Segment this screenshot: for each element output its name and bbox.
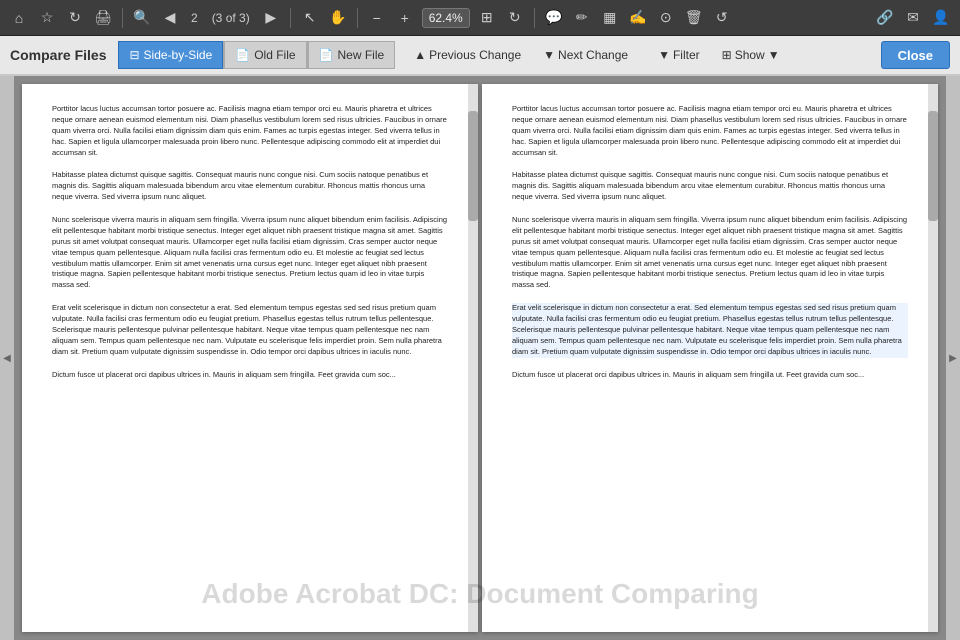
show-icon: ⊞ [722, 48, 732, 62]
star-icon[interactable]: ☆ [36, 7, 58, 29]
cursor-icon[interactable]: ↖ [299, 7, 321, 29]
link-icon[interactable]: 🔗 [874, 7, 896, 29]
next-change-button[interactable]: ▼ Next Change [532, 41, 639, 69]
comment-icon[interactable]: 💬 [543, 7, 565, 29]
hand-tool-icon[interactable]: ✋ [327, 7, 349, 29]
left-para-2: Habitasse platea dictumst quisque sagitt… [52, 170, 448, 203]
main-content: ◀ Porttitor lacus luctus accumsan tortor… [0, 76, 960, 640]
zoom-level[interactable]: 62.4% [422, 8, 470, 28]
old-file-icon: 📄 [235, 48, 250, 62]
pen-icon[interactable]: ✏ [571, 7, 593, 29]
next-page-icon[interactable]: ▶ [260, 7, 282, 29]
new-file-button[interactable]: 📄 New File [308, 41, 396, 69]
left-para-5: Dictum fusce ut placerat orci dapibus ul… [52, 370, 448, 381]
right-para-1: Porttitor lacus luctus accumsan tortor p… [512, 104, 908, 158]
profile-icon[interactable]: 👤 [930, 7, 952, 29]
prev-page-icon[interactable]: ◀ [159, 7, 181, 29]
left-scrollbar-track[interactable] [468, 84, 478, 632]
previous-change-label: Previous Change [429, 48, 521, 62]
highlight-icon[interactable]: ▦ [599, 7, 621, 29]
right-para-5: Dictum fusce ut placerat orci dapibus ul… [512, 370, 908, 381]
compare-toolbar: Compare Files ⊟ Side-by-Side 📄 Old File … [0, 36, 960, 76]
zoom-magnify-icon[interactable]: 🔍 [131, 7, 153, 29]
zoom-in-icon[interactable]: + [394, 7, 416, 29]
next-change-icon: ▼ [543, 48, 555, 62]
separator-1 [122, 8, 123, 28]
close-button[interactable]: Close [881, 41, 950, 69]
side-by-side-icon: ⊟ [129, 48, 139, 62]
right-para-2: Habitasse platea dictumst quisque sagitt… [512, 170, 908, 203]
filter-label: Filter [673, 48, 700, 62]
old-file-label: Old File [254, 48, 295, 62]
show-dropdown-icon: ▼ [768, 48, 780, 62]
print-icon[interactable]: 🖨 [92, 7, 114, 29]
filter-icon: ▼ [658, 48, 670, 62]
left-side-tab[interactable]: ◀ [0, 76, 14, 640]
page-number: 2 [187, 9, 202, 27]
left-para-4: Erat velit scelerisque in dictum non con… [52, 303, 448, 357]
separator-2 [290, 8, 291, 28]
old-file-content: Porttitor lacus luctus accumsan tortor p… [22, 84, 478, 632]
prev-change-icon: ▲ [414, 48, 426, 62]
sign-icon[interactable]: ✍ [627, 7, 649, 29]
right-para-3: Nunc scelerisque viverra mauris in aliqu… [512, 215, 908, 291]
home-icon[interactable]: ⌂ [8, 7, 30, 29]
delete-icon[interactable]: 🗑 [683, 7, 705, 29]
previous-change-button[interactable]: ▲ Previous Change [403, 41, 532, 69]
show-button[interactable]: ⊞ Show ▼ [711, 41, 791, 69]
left-para-3: Nunc scelerisque viverra mauris in aliqu… [52, 215, 448, 291]
show-label: Show [735, 48, 765, 62]
left-para-1: Porttitor lacus luctus accumsan tortor p… [52, 104, 448, 158]
fit-page-icon[interactable]: ⊞ [476, 7, 498, 29]
left-scrollbar-thumb[interactable] [468, 111, 478, 221]
rotate-icon[interactable]: ↻ [504, 7, 526, 29]
top-toolbar: ⌂ ☆ ↻ 🖨 🔍 ◀ 2 (3 of 3) ▶ ↖ ✋ − + 62.4% ⊞… [0, 0, 960, 36]
right-side-tab[interactable]: ▶ [946, 76, 960, 640]
zoom-out-icon[interactable]: − [366, 7, 388, 29]
new-file-panel: Porttitor lacus luctus accumsan tortor p… [482, 84, 938, 632]
new-file-icon: 📄 [319, 48, 334, 62]
side-by-side-label: Side-by-Side [144, 48, 213, 62]
undo-icon[interactable]: ↺ [711, 7, 733, 29]
right-scrollbar-track[interactable] [928, 84, 938, 632]
compare-title: Compare Files [10, 47, 106, 63]
side-by-side-button[interactable]: ⊟ Side-by-Side [118, 41, 223, 69]
panels-container: Porttitor lacus luctus accumsan tortor p… [14, 76, 946, 640]
right-para-4: Erat velit scelerisque in dictum non con… [512, 303, 908, 357]
new-file-content: Porttitor lacus luctus accumsan tortor p… [482, 84, 938, 632]
refresh-icon[interactable]: ↻ [64, 7, 86, 29]
stamp-icon[interactable]: ⊙ [655, 7, 677, 29]
separator-4 [534, 8, 535, 28]
mail-icon[interactable]: ✉ [902, 7, 924, 29]
old-file-button[interactable]: 📄 Old File [224, 41, 306, 69]
new-file-label: New File [338, 48, 385, 62]
page-total: (3 of 3) [208, 9, 254, 27]
separator-3 [357, 8, 358, 28]
right-scrollbar-thumb[interactable] [928, 111, 938, 221]
old-file-panel: Porttitor lacus luctus accumsan tortor p… [22, 84, 478, 632]
next-change-label: Next Change [558, 48, 628, 62]
filter-button[interactable]: ▼ Filter [647, 41, 711, 69]
